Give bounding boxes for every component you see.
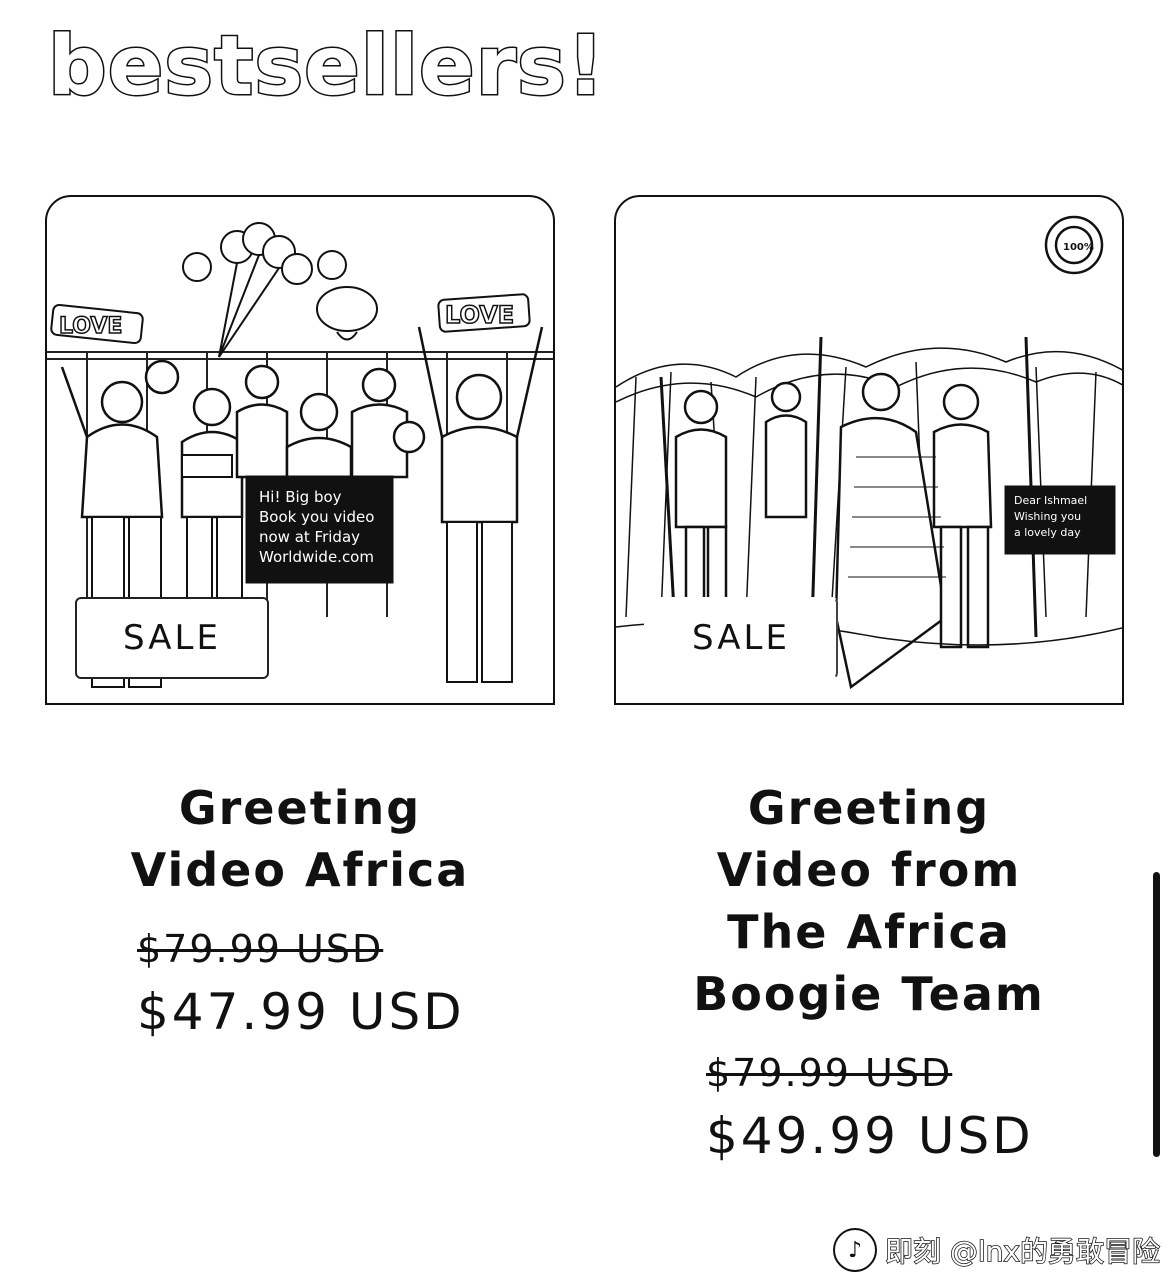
svg-text:Book you video: Book you video bbox=[259, 508, 374, 526]
sale-badge: SALE bbox=[75, 597, 269, 679]
watermark-text: 即刻 @lnx的勇敢冒险 bbox=[884, 1234, 1161, 1269]
svg-text:a lovely day: a lovely day bbox=[1014, 526, 1081, 539]
product-image[interactable]: 100% Dear Ishmael Wishing you a lovely d… bbox=[614, 195, 1124, 705]
svg-text:100%: 100% bbox=[1063, 242, 1094, 253]
original-price: $79.99 USD bbox=[706, 1051, 953, 1095]
svg-text:Hi! Big boy: Hi! Big boy bbox=[259, 488, 342, 506]
watermark: ♪ 即刻 @lnx的勇敢冒险 bbox=[833, 1228, 1161, 1272]
svg-text:now at Friday: now at Friday bbox=[259, 528, 360, 546]
product-image[interactable]: LOVE LOVE Hi! Big boy Book you video now… bbox=[45, 195, 555, 705]
product-title[interactable]: Greeting Video Africa bbox=[100, 777, 500, 901]
svg-text:Wishing you: Wishing you bbox=[1014, 510, 1081, 523]
sale-badge: SALE bbox=[644, 597, 838, 679]
product-card[interactable]: 100% Dear Ishmael Wishing you a lovely d… bbox=[614, 195, 1124, 1165]
price-block: $79.99 USD $47.99 USD bbox=[137, 901, 555, 1041]
section-title: bestsellers! bbox=[46, 17, 606, 115]
svg-text:Worldwide.com: Worldwide.com bbox=[259, 548, 374, 566]
scrollbar[interactable] bbox=[1153, 872, 1160, 1157]
svg-text:LOVE: LOVE bbox=[59, 314, 122, 339]
jike-logo-icon: ♪ bbox=[833, 1228, 877, 1272]
sale-price: $49.99 USD bbox=[706, 1107, 1034, 1165]
price-block: $79.99 USD $49.99 USD bbox=[706, 1025, 1124, 1165]
product-title[interactable]: Greeting Video from The Africa Boogie Te… bbox=[669, 777, 1069, 1025]
sale-price: $47.99 USD bbox=[137, 983, 465, 1041]
product-card[interactable]: LOVE LOVE Hi! Big boy Book you video now… bbox=[45, 195, 555, 1041]
svg-text:Dear Ishmael: Dear Ishmael bbox=[1014, 494, 1087, 507]
svg-text:LOVE: LOVE bbox=[445, 301, 514, 329]
original-price: $79.99 USD bbox=[137, 927, 384, 971]
